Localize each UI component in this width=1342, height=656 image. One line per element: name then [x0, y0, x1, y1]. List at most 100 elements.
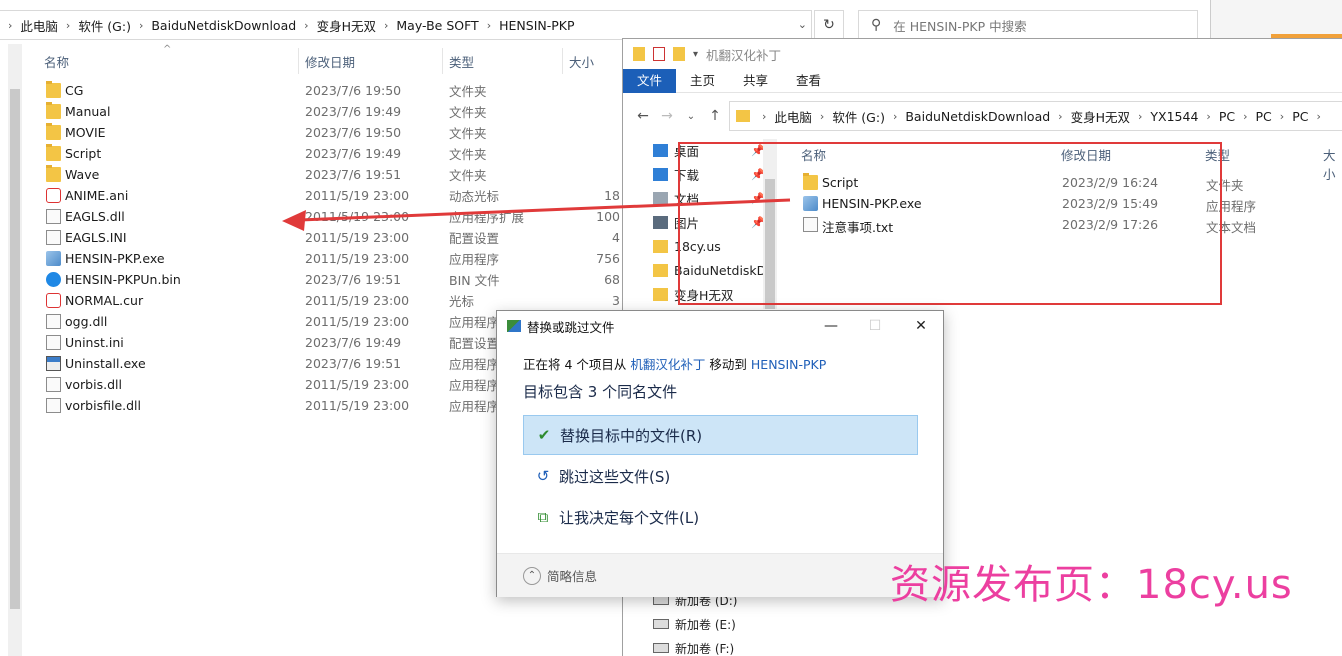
file-size: 18	[604, 188, 620, 203]
column-header-name[interactable]: 名称	[44, 50, 69, 72]
file-row[interactable]: NORMAL.cur 2011/5/19 23:00 光标 3	[40, 290, 640, 311]
replace-files-option[interactable]: ✔ 替换目标中的文件(R)	[523, 415, 918, 455]
annotation-highlight-box	[678, 142, 1222, 305]
file-row[interactable]: Script 2023/7/6 19:49 文件夹	[40, 143, 640, 164]
breadcrumb-chevron-icon: ›	[819, 109, 825, 123]
breadcrumb-item[interactable]: 软件 (G:)	[832, 107, 885, 126]
minimize-button[interactable]: —	[817, 315, 845, 337]
breadcrumb-item[interactable]: PC	[1256, 109, 1272, 124]
file-row[interactable]: Wave 2023/7/6 19:51 文件夹	[40, 164, 640, 185]
column-header-size[interactable]: 大小	[1323, 145, 1342, 183]
breadcrumb-item[interactable]: YX1544	[1150, 109, 1198, 124]
right-address-bar[interactable]: › 此电脑 › 软件 (G:) › BaiduNetdiskDownload › 变身H无双 ›…	[729, 101, 1342, 131]
column-divider[interactable]	[442, 48, 443, 74]
scrollbar-thumb[interactable]	[10, 89, 20, 609]
file-name: vorbisfile.dll	[65, 398, 141, 413]
background-window-toolbar	[1210, 0, 1342, 38]
address-dropdown-icon[interactable]: ⌄	[798, 18, 807, 31]
file-type: 应用程序	[449, 315, 500, 330]
breadcrumb-item[interactable]: 变身H无双	[317, 16, 376, 35]
file-size: 756	[596, 251, 620, 266]
file-row[interactable]: HENSIN-PKPUn.bin 2023/7/6 19:51 BIN 文件 68	[40, 269, 640, 290]
breadcrumb-item[interactable]: 此电脑	[774, 107, 812, 126]
breadcrumb-chevron-icon: ›	[1279, 109, 1285, 123]
breadcrumb-item[interactable]: May-Be SOFT	[396, 18, 478, 33]
file-name: MOVIE	[65, 125, 106, 140]
file-row[interactable]: EAGLS.INI 2011/5/19 23:00 配置设置 4	[40, 227, 640, 248]
back-arrow-icon[interactable]: ←	[631, 108, 655, 124]
ribbon-tab[interactable]: 共享	[729, 69, 782, 93]
file-name: Manual	[65, 104, 111, 119]
collapse-chevron-icon[interactable]: ⌃	[523, 566, 541, 585]
sort-ascending-icon: ^	[163, 44, 172, 55]
skip-files-option[interactable]: ↺ 跳过这些文件(S)	[523, 456, 918, 496]
up-arrow-icon[interactable]: ↑	[703, 108, 727, 124]
file-size: 4	[612, 230, 620, 245]
file-type: 文件夹	[449, 84, 487, 99]
dialog-conflict-message: 目标包含 3 个同名文件	[523, 383, 678, 401]
ribbon-tab[interactable]: 主页	[676, 69, 729, 93]
file-row[interactable]: ANIME.ani 2011/5/19 23:00 动态光标 18	[40, 185, 640, 206]
ribbon-tab[interactable]: 文件	[623, 69, 677, 93]
breadcrumb-chevron-icon: ›	[892, 109, 898, 123]
breadcrumb-item[interactable]: 变身H无双	[1071, 107, 1130, 126]
dll-icon	[46, 377, 61, 392]
file-type: 应用程序	[449, 399, 500, 414]
column-header-size[interactable]: 大小	[569, 50, 594, 72]
breadcrumb-chevron-icon: ›	[8, 18, 13, 32]
file-name: ogg.dll	[65, 314, 108, 329]
cursor-icon	[46, 293, 61, 308]
column-header-type[interactable]: 类型	[449, 50, 474, 72]
file-size: 100	[596, 209, 620, 224]
left-address-bar[interactable]: › 此电脑 › 软件 (G:) › BaiduNetdiskDownload › 变身H无双 ›…	[0, 10, 812, 40]
breadcrumb-item[interactable]: 此电脑	[20, 16, 58, 35]
new-folder-icon[interactable]	[673, 47, 685, 61]
file-name: Script	[65, 146, 102, 161]
dialog-title: 替换或跳过文件	[527, 319, 615, 335]
source-folder-link[interactable]: 机翻汉化补丁	[630, 357, 705, 372]
file-row[interactable]: CG 2023/7/6 19:50 文件夹	[40, 80, 640, 101]
recent-dropdown-icon[interactable]: ⌄	[679, 111, 703, 122]
drive-item[interactable]: 新加卷 (E:)	[653, 613, 736, 635]
quick-access-dropdown-icon[interactable]: ▾	[693, 49, 698, 60]
breadcrumb-item[interactable]: BaiduNetdiskDownload	[151, 18, 296, 33]
file-name: HENSIN-PKP.exe	[65, 251, 165, 266]
summary-mid: 移动到	[709, 357, 747, 372]
file-date: 2011/5/19 23:00	[305, 188, 410, 203]
navigation-scrollbar[interactable]	[8, 44, 22, 656]
file-row[interactable]: MOVIE 2023/7/6 19:50 文件夹	[40, 122, 640, 143]
drive-item[interactable]: 新加卷 (F:)	[653, 637, 734, 656]
ribbon-tab[interactable]: 查看	[782, 69, 835, 93]
summary-prefix: 正在将 4 个项目从	[523, 357, 627, 372]
file-row[interactable]: Manual 2023/7/6 19:49 文件夹	[40, 101, 640, 122]
breadcrumb-item[interactable]: HENSIN-PKP	[499, 18, 574, 33]
destination-folder-link[interactable]: HENSIN-PKP	[751, 357, 826, 372]
file-type: 应用程序	[449, 357, 500, 372]
maximize-button[interactable]: ☐	[861, 315, 889, 337]
download-icon	[653, 167, 668, 181]
search-placeholder: 在 HENSIN-PKP 中搜索	[893, 18, 1027, 34]
column-header-date[interactable]: 修改日期	[305, 50, 355, 72]
search-input[interactable]: ⚲ 在 HENSIN-PKP 中搜索	[858, 10, 1198, 40]
dialog-footer[interactable]: ⌃ 简略信息	[497, 553, 943, 597]
file-row[interactable]: HENSIN-PKP.exe 2011/5/19 23:00 应用程序 756	[40, 248, 640, 269]
file-type: 文件夹	[449, 168, 487, 183]
close-button[interactable]: ✕	[907, 315, 935, 337]
column-divider[interactable]	[562, 48, 563, 74]
file-date: 2011/5/19 23:00	[305, 293, 410, 308]
refresh-button[interactable]: ↻	[814, 10, 844, 40]
decide-each-file-option[interactable]: ⧉ 让我决定每个文件(L)	[523, 497, 918, 537]
forward-arrow-icon[interactable]: →	[655, 108, 679, 124]
breadcrumb-chevron-icon: ›	[65, 18, 71, 32]
properties-icon[interactable]	[653, 47, 665, 61]
file-date: 2011/5/19 23:00	[305, 209, 410, 224]
breadcrumb-item[interactable]: PC	[1219, 109, 1235, 124]
breadcrumb-chevron-icon: ›	[762, 109, 767, 123]
file-type: 应用程序	[449, 252, 500, 267]
picture-icon	[653, 215, 668, 229]
breadcrumb-item[interactable]: 软件 (G:)	[78, 16, 131, 35]
column-divider[interactable]	[298, 48, 299, 74]
file-row[interactable]: EAGLS.dll 2011/5/19 23:00 应用程序扩展 100	[40, 206, 640, 227]
breadcrumb-item[interactable]: BaiduNetdiskDownload	[905, 109, 1050, 124]
breadcrumb-item[interactable]: PC	[1292, 109, 1308, 124]
